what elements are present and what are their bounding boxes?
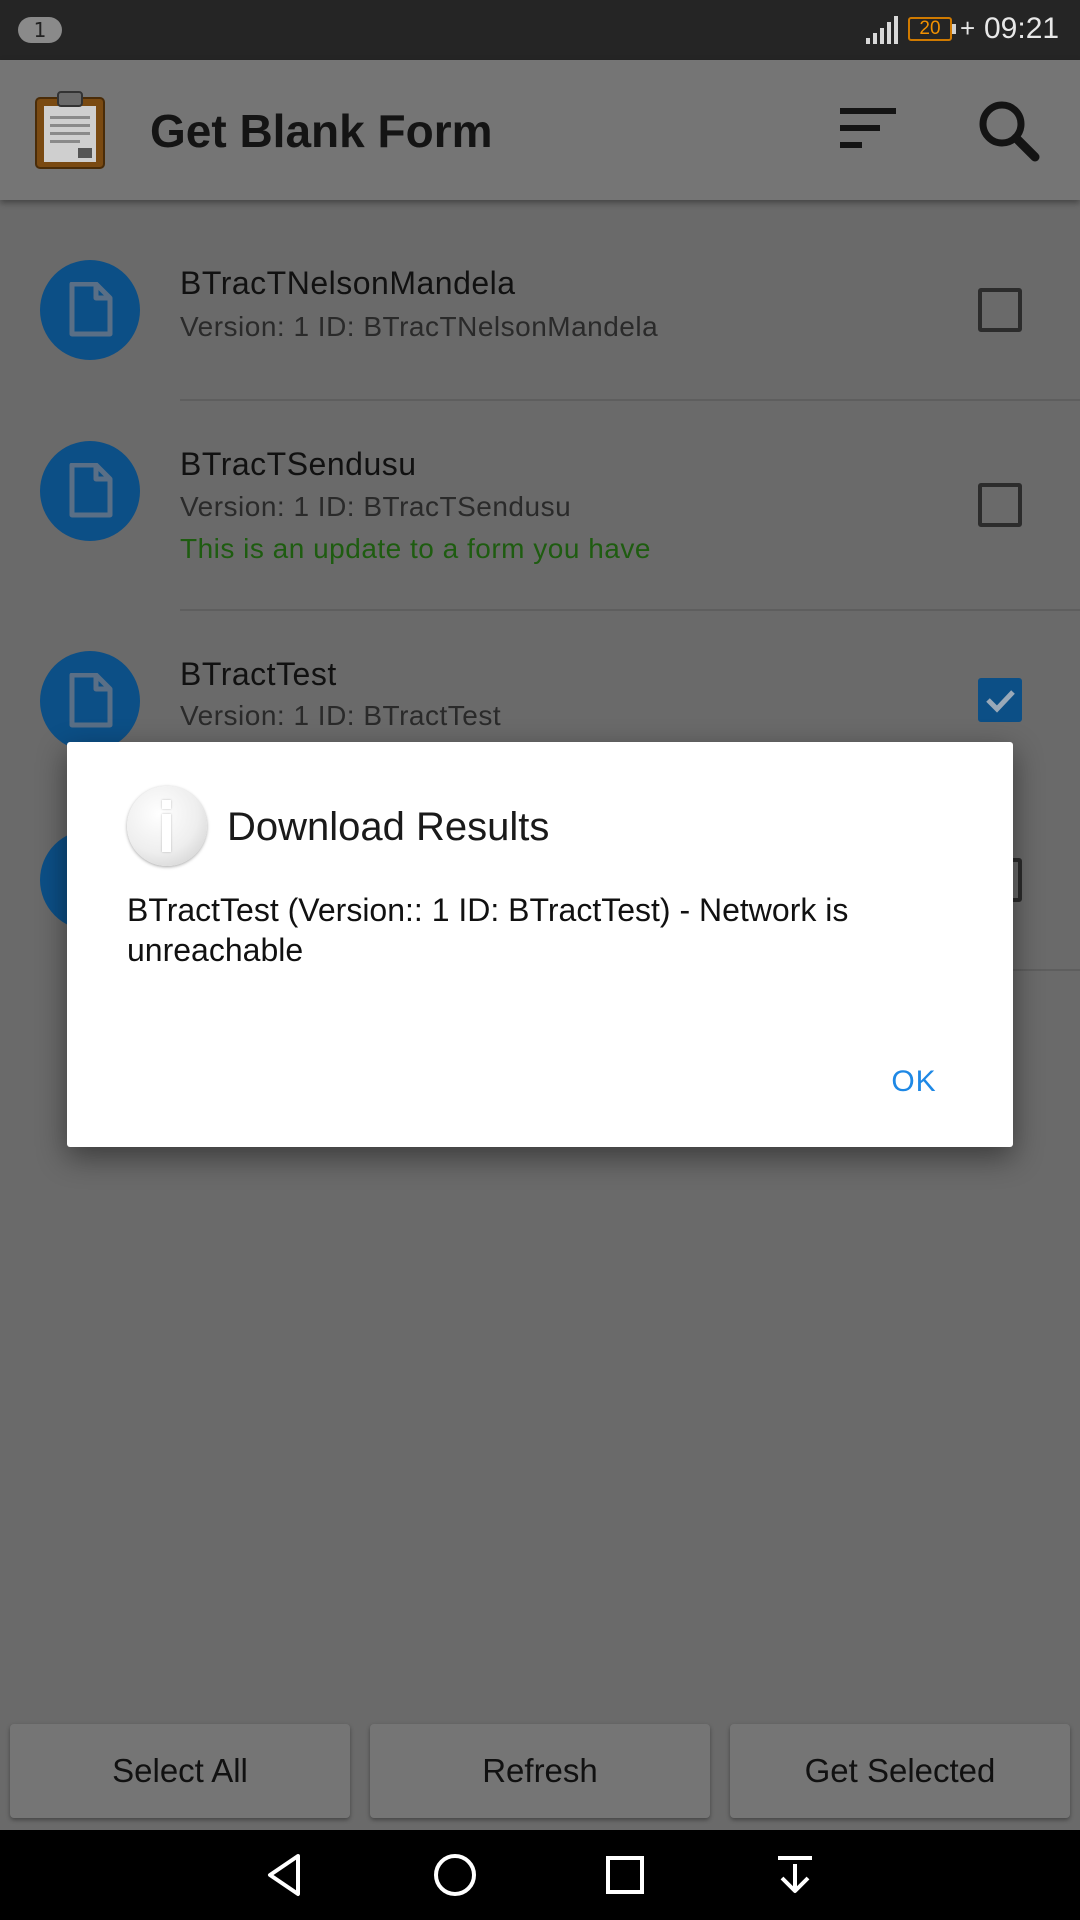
- select-all-button[interactable]: Select All: [10, 1724, 350, 1818]
- checkmark-icon: [986, 690, 1015, 713]
- clock: 09:21: [984, 12, 1060, 45]
- form-checkbox[interactable]: [978, 288, 1022, 332]
- app-bar: Get Blank Form: [0, 60, 1080, 200]
- form-version: Version: 1 ID: BTracTNelsonMandela: [180, 311, 659, 342]
- form-name: BTractTest: [180, 656, 337, 692]
- battery-icon: 20: [908, 17, 952, 41]
- sort-icon[interactable]: [836, 104, 900, 152]
- home-icon[interactable]: [428, 1848, 482, 1902]
- form-name: BTracTNelsonMandela: [180, 265, 516, 301]
- form-checkbox[interactable]: [978, 483, 1022, 527]
- list-item[interactable]: BTracTSendusu Version: 1 ID: BTracTSendu…: [0, 400, 1080, 611]
- info-dot: [162, 800, 171, 809]
- dialog-title: Download Results: [227, 805, 550, 849]
- info-bar: [162, 814, 171, 852]
- bottom-action-bar: Select All Refresh Get Selected: [0, 1714, 1080, 1830]
- document-icon: [69, 463, 113, 518]
- info-icon: [127, 786, 207, 866]
- signal-icon: [866, 16, 898, 44]
- ok-button[interactable]: OK: [869, 1054, 959, 1110]
- form-checkbox[interactable]: [978, 678, 1022, 722]
- form-avatar: [40, 651, 140, 751]
- dialog-message: BTractTest (Version:: 1 ID: BTractTest) …: [127, 892, 849, 968]
- clipboard-icon: [35, 91, 105, 169]
- document-icon: [69, 282, 113, 337]
- notification-pulldown-icon[interactable]: [768, 1848, 822, 1902]
- battery-level: 20: [919, 18, 941, 39]
- navigation-bar: [0, 1830, 1080, 1920]
- form-version: Version: 1 ID: BTracTSendusu: [180, 491, 572, 522]
- form-update-note: This is an update to a form you have: [180, 533, 651, 564]
- back-icon[interactable]: [258, 1848, 312, 1902]
- refresh-button[interactable]: Refresh: [370, 1724, 710, 1818]
- page-title: Get Blank Form: [150, 105, 493, 157]
- notification-count-badge: 1: [18, 17, 62, 43]
- search-icon[interactable]: [976, 98, 1040, 162]
- form-avatar: [40, 441, 140, 541]
- recent-apps-icon[interactable]: [598, 1848, 652, 1902]
- download-results-dialog: Download Results BTractTest (Version:: 1…: [67, 742, 1013, 1147]
- form-avatar: [40, 260, 140, 360]
- get-selected-button[interactable]: Get Selected: [730, 1724, 1070, 1818]
- form-name: BTracTSendusu: [180, 446, 417, 482]
- battery-tip: [952, 24, 956, 34]
- form-version: Version: 1 ID: BTractTest: [180, 700, 502, 731]
- charging-indicator: +: [960, 13, 976, 43]
- list-item[interactable]: BTracTNelsonMandela Version: 1 ID: BTrac…: [0, 200, 1080, 401]
- status-bar: 1 20 + 09:21: [0, 0, 1080, 60]
- document-icon: [69, 673, 113, 728]
